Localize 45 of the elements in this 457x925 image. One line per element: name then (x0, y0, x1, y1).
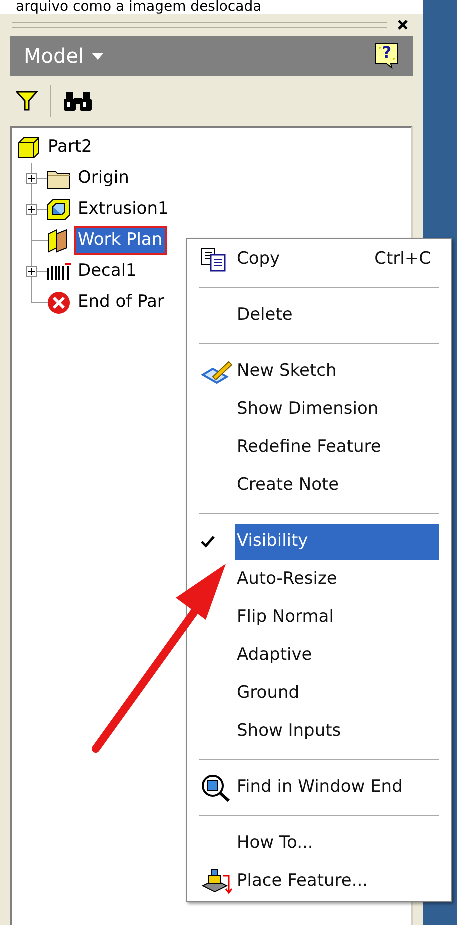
menu-item[interactable]: Create Note (235, 468, 439, 504)
expand-button[interactable] (26, 204, 37, 215)
tree-item[interactable]: Work Plan (76, 228, 165, 254)
tree-item[interactable]: Extrusion1 (76, 196, 171, 222)
plus-icon (28, 268, 35, 275)
menu-item[interactable]: Copy Ctrl+C (235, 242, 439, 278)
menu-item[interactable]: Visibility (235, 524, 439, 560)
menu-item[interactable]: Flip Normal (235, 600, 439, 636)
help-button[interactable]: ? (375, 43, 399, 69)
plus-icon (28, 206, 35, 213)
menu-item[interactable]: Show Inputs (235, 714, 439, 750)
menu-item[interactable]: Ground (235, 676, 439, 712)
sketch-pencil-icon (201, 359, 233, 385)
close-icon (398, 20, 408, 30)
menu-item[interactable]: Show Dimension (235, 392, 439, 428)
model-dropdown[interactable]: Model (24, 41, 104, 71)
plus-icon (28, 175, 35, 182)
binoculars-icon (63, 90, 93, 112)
menu-item[interactable]: Adaptive (235, 638, 439, 674)
expand-button[interactable] (26, 173, 37, 184)
tree-item[interactable]: Part2 (46, 134, 94, 160)
place-feature-icon (201, 868, 233, 896)
barcode-icon (46, 262, 72, 282)
menu-item[interactable]: Delete (235, 298, 439, 334)
tree-item[interactable]: Decal1 (76, 258, 139, 284)
filter-icon (16, 91, 38, 111)
zoom-find-icon (201, 774, 233, 802)
menu-item[interactable]: Place Feature... (235, 864, 439, 900)
find-button[interactable] (63, 90, 93, 112)
menu-item[interactable]: Auto-Resize (235, 562, 439, 598)
caret-icon (92, 52, 104, 60)
expand-button[interactable] (26, 266, 37, 277)
menu-item[interactable]: Find in Window End (235, 770, 439, 806)
tree-item[interactable]: Origin (76, 166, 132, 192)
filter-button[interactable] (16, 91, 38, 111)
menu-item[interactable]: Redefine Feature (235, 430, 439, 466)
shortcut-text: Ctrl+C (374, 248, 431, 272)
error-icon (47, 290, 71, 314)
caption-text: arquivo como a imagem deslocada (0, 0, 423, 14)
copy-icon (201, 248, 227, 272)
cube-icon (47, 198, 71, 220)
menu-item[interactable]: How To... (235, 826, 439, 862)
cube-icon (18, 136, 40, 158)
tree-item[interactable]: End of Par (76, 290, 166, 316)
menu-item[interactable]: New Sketch (235, 354, 439, 390)
